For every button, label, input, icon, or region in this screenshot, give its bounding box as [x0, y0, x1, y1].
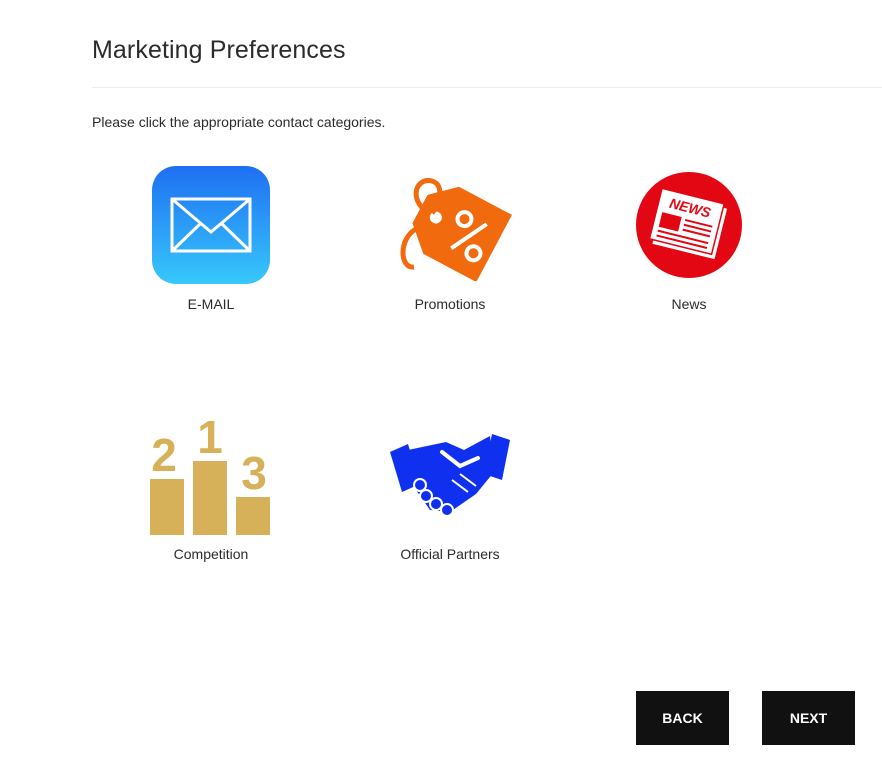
title-divider [92, 87, 882, 88]
back-button[interactable]: BACK [636, 691, 729, 745]
category-competition[interactable]: 2 1 3 Competition [126, 410, 296, 562]
category-label: Promotions [414, 296, 486, 312]
instruction-text: Please click the appropriate contact cat… [92, 114, 386, 130]
percent-tag-icon[interactable] [365, 160, 535, 290]
podium-icon[interactable]: 2 1 3 [126, 410, 296, 540]
newspaper-icon[interactable]: NEWS [604, 160, 774, 290]
podium-number-3: 3 [241, 447, 267, 499]
category-label: Official Partners [400, 546, 500, 562]
handshake-icon[interactable] [365, 410, 535, 540]
next-button[interactable]: NEXT [762, 691, 855, 745]
category-label: News [671, 296, 707, 312]
podium-number-1: 1 [197, 413, 223, 463]
category-email[interactable]: E-MAIL [126, 160, 296, 312]
page-title: Marketing Preferences [92, 36, 346, 64]
category-official-partners[interactable]: Official Partners [365, 410, 535, 562]
category-label: E-MAIL [187, 296, 235, 312]
podium-number-2: 2 [151, 429, 177, 481]
category-news[interactable]: NEWS News [604, 160, 774, 312]
category-promotions[interactable]: Promotions [365, 160, 535, 312]
category-label: Competition [173, 546, 249, 562]
marketing-preferences-page: Marketing Preferences Please click the a… [0, 0, 882, 767]
envelope-icon[interactable] [126, 160, 296, 290]
